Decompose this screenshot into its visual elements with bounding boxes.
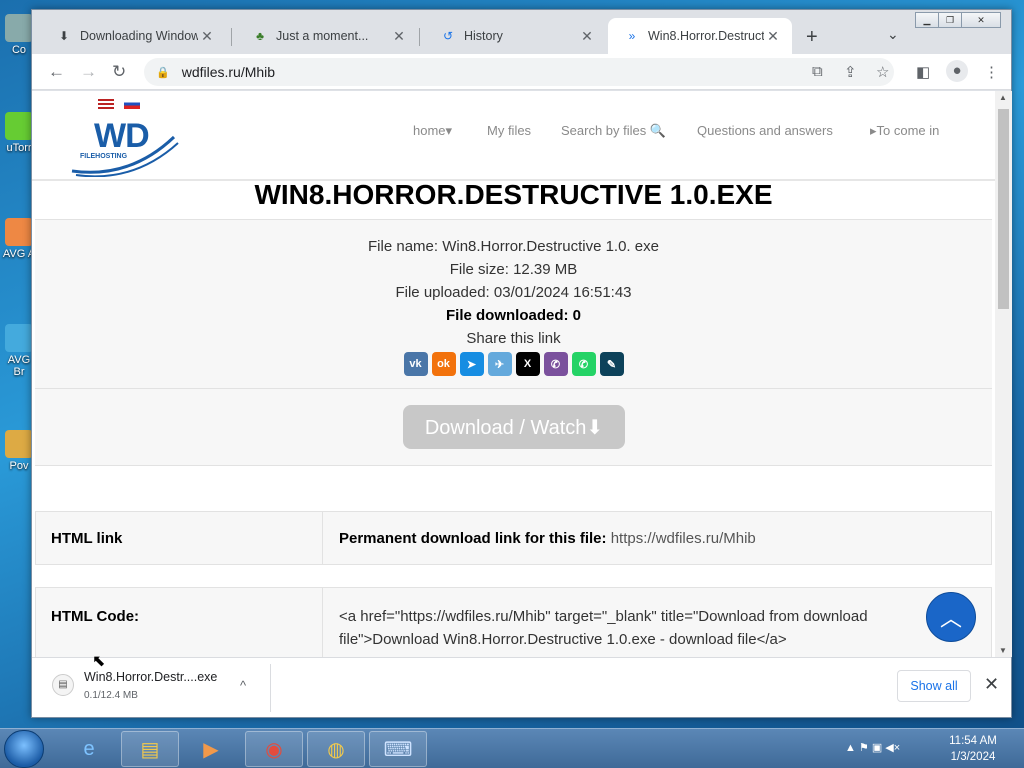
file-explorer-icon[interactable]: ▤: [121, 731, 179, 767]
download-file-name: Win8.Horror.Destr....exe: [84, 670, 218, 684]
mouse-cursor-icon: ⬉: [92, 653, 106, 670]
bookmark-star-icon[interactable]: ☆: [876, 63, 889, 81]
translate-icon[interactable]: ⧉: [812, 63, 823, 80]
show-all-button[interactable]: Show all: [897, 670, 971, 702]
maximize-button[interactable]: ❐: [938, 12, 962, 28]
avg-icon: [5, 218, 33, 246]
close-shelf-icon[interactable]: ✕: [984, 674, 999, 695]
avg-secure-browser-icon[interactable]: ◍: [307, 731, 365, 767]
menu-search-by-files[interactable]: Search by files 🔍: [561, 123, 666, 139]
close-icon[interactable]: ✕: [198, 28, 216, 45]
tab-just-a-moment[interactable]: ♣ Just a moment... ✕: [236, 18, 418, 54]
download-area: Download / Watch⬇: [35, 389, 992, 466]
scroll-up-arrow-icon[interactable]: ▲: [999, 93, 1007, 102]
tab-strip: ⬇ Downloading Windows ✕ ♣ Just a moment.…: [32, 10, 1011, 54]
close-icon[interactable]: ✕: [390, 28, 408, 45]
download-progress: 0.1/12.4 MB: [84, 690, 138, 701]
html-code-value[interactable]: <a href="https://wdfiles.ru/Mhib" target…: [324, 588, 991, 657]
share-x-icon[interactable]: X: [515, 352, 540, 376]
history-icon: ↺: [442, 29, 454, 43]
media-player-icon[interactable]: ▶: [182, 731, 240, 767]
file-icon: ▤: [52, 674, 74, 696]
file-info-box: File name: Win8.Horror.Destructive 1.0. …: [35, 219, 992, 389]
menu-my-files[interactable]: My files: [487, 123, 531, 138]
chevron-site-icon: »: [628, 29, 636, 43]
tab-downloading-windows[interactable]: ⬇ Downloading Windows ✕: [40, 18, 226, 54]
file-size: File size: 12.39 MB: [449, 261, 578, 278]
clock[interactable]: 11:54 AM 1/3/2024: [942, 733, 1004, 765]
window-controls: ▁ ❐ ✕: [915, 12, 1001, 28]
window-close-button[interactable]: ✕: [961, 12, 1001, 28]
minimize-button[interactable]: ▁: [915, 12, 939, 28]
leaf-icon: ♣: [256, 29, 264, 43]
internet-explorer-icon[interactable]: e: [60, 731, 118, 767]
reload-button[interactable]: ↻: [112, 62, 126, 82]
html-code-label: HTML Code:: [36, 588, 323, 657]
browser-toolbar: ← → ↻ 🔒 wdfiles.ru/Mhib ⧉ ⇪ ☆ ◧ ● ⋮: [32, 54, 1011, 90]
forward-button[interactable]: →: [80, 62, 97, 82]
share-vk-icon[interactable]: vk: [403, 352, 428, 376]
close-icon[interactable]: ✕: [764, 28, 782, 45]
share-buttons: vk ok ➤ ✈ X ✆ ✆ ✎: [35, 352, 992, 376]
menu-home[interactable]: home▾: [413, 123, 452, 139]
avg-browser-icon: [5, 324, 33, 352]
file-name: File name: Win8.Horror.Destructive 1.0. …: [368, 238, 659, 255]
share-telegram-icon[interactable]: ✈: [487, 352, 512, 376]
download-watch-button[interactable]: Download / Watch⬇: [403, 405, 625, 449]
browser-window: ⬇ Downloading Windows ✕ ♣ Just a moment.…: [31, 9, 1012, 718]
download-app-icon: ⬇: [58, 29, 70, 43]
chevron-up-icon: ︿: [939, 606, 962, 631]
lock-icon[interactable]: 🔒: [156, 66, 170, 79]
back-button[interactable]: ←: [48, 62, 65, 82]
side-panel-icon[interactable]: ◧: [916, 63, 930, 81]
html-code-row: HTML Code: <a href="https://wdfiles.ru/M…: [35, 587, 992, 657]
html-link-cell: Permanent download link for this file: h…: [339, 529, 756, 547]
tab-history[interactable]: ↺ History ✕: [424, 18, 606, 54]
page-viewport: WD FILEHOSTING home▾ My files Search by …: [32, 91, 995, 657]
permanent-link[interactable]: https://wdfiles.ru/Mhib: [611, 530, 756, 547]
chevron-up-icon[interactable]: ^: [240, 678, 246, 693]
tab-win8-horror[interactable]: » Win8.Horror.Destructiv ✕: [608, 18, 792, 54]
system-tray[interactable]: ▲ ⚑ ▣ ◀×: [845, 741, 900, 754]
share-odnoklassniki-icon[interactable]: ok: [431, 352, 456, 376]
address-bar[interactable]: 🔒 wdfiles.ru/Mhib: [144, 58, 894, 86]
computer-icon: [5, 14, 33, 42]
download-item[interactable]: ▤ Win8.Horror.Destr....exe 0.1/12.4 MB ^: [46, 668, 268, 708]
page-title: WIN8.HORROR.DESTRUCTIVE 1.0.EXE: [254, 179, 773, 210]
site-logo[interactable]: WD FILEHOSTING: [70, 117, 180, 177]
site-header: WD FILEHOSTING home▾ My files Search by …: [32, 91, 995, 181]
taskbar: e ▤ ▶ ◉ ◍ ⌨ ▲ ⚑ ▣ ◀× 11:54 AM 1/3/2024: [0, 728, 1024, 768]
utorrent-icon: [5, 112, 33, 140]
file-uploaded: File uploaded: 03/01/2024 16:51:43: [395, 284, 632, 301]
share-whatsapp-icon[interactable]: ✆: [571, 352, 596, 376]
close-icon[interactable]: ✕: [578, 28, 596, 45]
scrollbar-thumb[interactable]: [998, 109, 1009, 309]
keyboard-app-icon[interactable]: ⌨: [369, 731, 427, 767]
flag-ru-icon[interactable]: [124, 99, 140, 109]
scroll-to-top-button[interactable]: ︿: [926, 592, 976, 642]
download-shelf: ▤ Win8.Horror.Destr....exe 0.1/12.4 MB ^…: [32, 657, 1011, 717]
html-link-row: HTML link Permanent download link for th…: [35, 511, 992, 565]
chrome-icon[interactable]: ◉: [245, 731, 303, 767]
share-viber-icon[interactable]: ✆: [543, 352, 568, 376]
scroll-down-arrow-icon[interactable]: ▼: [999, 646, 1007, 655]
share-label: Share this link: [466, 330, 561, 347]
html-link-label: HTML link: [36, 512, 323, 564]
flag-us-icon[interactable]: [98, 99, 114, 109]
share-livejournal-icon[interactable]: ✎: [599, 352, 624, 376]
menu-kebab-icon[interactable]: ⋮: [984, 63, 999, 81]
menu-login[interactable]: ▸To come in: [870, 123, 939, 139]
page-scrollbar[interactable]: ▲ ▼: [995, 91, 1012, 657]
file-downloaded: File downloaded: 0: [445, 307, 581, 324]
menu-questions-answers[interactable]: Questions and answers: [697, 123, 833, 138]
new-tab-button[interactable]: +: [806, 26, 818, 49]
tab-search-button[interactable]: ⌄: [887, 26, 899, 43]
share-icon[interactable]: ⇪: [844, 63, 857, 81]
share-moi-mir-icon[interactable]: ➤: [459, 352, 484, 376]
app-icon: [5, 430, 33, 458]
profile-avatar-icon[interactable]: ●: [946, 60, 968, 82]
start-button[interactable]: [4, 730, 44, 768]
